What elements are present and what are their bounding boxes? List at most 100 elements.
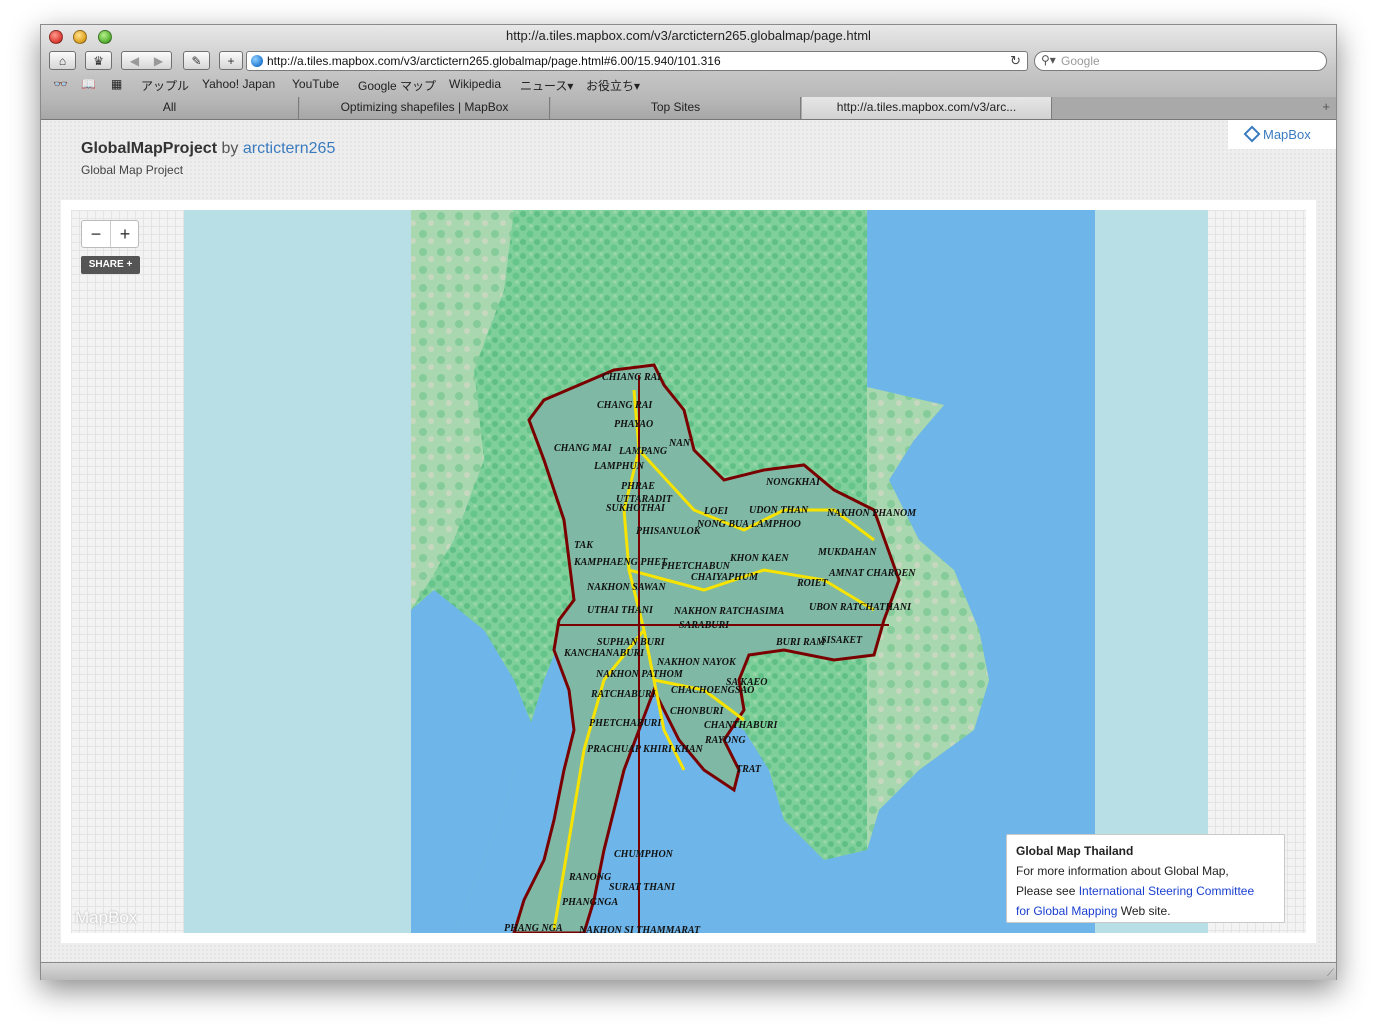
- globe-icon: [251, 55, 263, 67]
- map-label: CHANG RAI: [597, 400, 653, 411]
- zoom-control: − +: [81, 220, 139, 248]
- home-icon: ⌂: [58, 54, 67, 68]
- map-label: LAMPANG: [618, 446, 668, 457]
- map-label: CHONBURI: [670, 706, 724, 717]
- map-label: AMNAT CHAROEN: [828, 568, 916, 579]
- mapbox-brand-text: MapBox: [1263, 127, 1311, 142]
- share-button[interactable]: SHARE +: [81, 256, 140, 274]
- mapbox-watermark: MapBox: [75, 908, 138, 927]
- tab-optimizing-shapefiles[interactable]: Optimizing shapefiles | MapBox: [300, 97, 550, 119]
- map-label: CHANTHABURI: [704, 720, 778, 731]
- map-label: SUKHOTHAI: [606, 503, 666, 514]
- reload-icon[interactable]: ↻: [1010, 53, 1021, 69]
- iscgm-link[interactable]: International Steering Committee: [1079, 884, 1254, 898]
- map-container[interactable]: CHIANG RAI CHANG RAI PHAYAO NAN CHANG MA…: [71, 210, 1306, 933]
- map-label: RANONG: [568, 872, 612, 883]
- map-label: NONG BUA LAMPHOO: [696, 519, 801, 530]
- mapbox-logo-icon: [1243, 125, 1261, 143]
- new-tab-icon[interactable]: +: [1322, 99, 1330, 114]
- map-legend: Global Map Thailand For more information…: [1006, 834, 1285, 923]
- resize-grip-icon[interactable]: ⟋: [1327, 968, 1334, 979]
- map-label: NAKHON RATCHASIMA: [673, 606, 785, 617]
- reader-icon: ✎: [191, 54, 202, 68]
- tab-bar: All Optimizing shapefiles | MapBox Top S…: [41, 97, 1336, 120]
- map-label: NAN: [668, 438, 691, 449]
- search-field[interactable]: ⚲▾ Google: [1034, 51, 1327, 71]
- tab-top-sites[interactable]: Top Sites: [551, 97, 801, 119]
- ocean-left: [184, 210, 411, 933]
- iscgm-link-cont[interactable]: for Global Mapping: [1016, 904, 1117, 918]
- map-label: BURI RAM: [775, 637, 826, 648]
- bookmarks-bar: 👓 📖 ▦ アップル Yahoo! Japan YouTube Google マ…: [41, 75, 1336, 95]
- bookmarks-icon[interactable]: 📖: [81, 77, 96, 91]
- forward-arrow-icon[interactable]: ▶: [147, 52, 171, 71]
- map-label: CHAIYAPHUM: [691, 572, 759, 583]
- map-label: UTHAI THANI: [587, 605, 654, 616]
- map-label: NAKHON SI THAMMARAT: [578, 925, 701, 933]
- map-label: SISAKET: [821, 635, 863, 646]
- map-label: KHON KAEN: [729, 553, 789, 564]
- map-label: NONGKHAI: [765, 477, 821, 488]
- bookmark-item[interactable]: Wikipedia: [449, 77, 501, 91]
- bookmark-item[interactable]: アップル: [141, 77, 189, 94]
- map-label: LAMPHUN: [593, 461, 645, 472]
- map-label: CHIANG RAI: [602, 372, 662, 383]
- zoom-out-button[interactable]: −: [82, 221, 110, 247]
- legend-text-line2: Please see International Steering Commit…: [1016, 881, 1275, 901]
- map-label: PHISANULOK: [636, 526, 702, 537]
- map-label: NAKHON NAYOK: [656, 657, 737, 668]
- map-label: NAKHON PHANOM: [826, 508, 917, 519]
- bookmark-item[interactable]: ニュース▾: [520, 77, 573, 94]
- top-sites-grid-icon[interactable]: ▦: [111, 77, 122, 91]
- zoom-in-button[interactable]: +: [111, 221, 139, 247]
- map-label: PHETCHABURI: [589, 718, 662, 729]
- map-label: PHANG NGA: [504, 923, 563, 933]
- map-frame: CHIANG RAI CHANG RAI PHAYAO NAN CHANG MA…: [61, 200, 1316, 943]
- map-label: PHANGNGA: [562, 897, 618, 908]
- map-label: NAKHON SAWAN: [586, 582, 666, 593]
- author-link[interactable]: arctictern265: [243, 140, 336, 157]
- history-button[interactable]: ♛: [85, 51, 112, 70]
- tab-all[interactable]: All: [41, 97, 299, 119]
- project-name: GlobalMapProject: [81, 140, 218, 157]
- address-bar[interactable]: http://a.tiles.mapbox.com/v3/arctictern2…: [246, 51, 1028, 71]
- bookmark-item[interactable]: Google マップ: [358, 77, 436, 94]
- map-label: TRAT: [736, 764, 762, 775]
- add-bookmark-button[interactable]: +: [219, 51, 243, 70]
- map-canvas[interactable]: CHIANG RAI CHANG RAI PHAYAO NAN CHANG MA…: [184, 210, 1208, 933]
- url-text[interactable]: http://a.tiles.mapbox.com/v3/arctictern2…: [267, 54, 721, 68]
- legend-prefix: Please see: [1016, 884, 1079, 898]
- status-bar: ⟋: [41, 962, 1336, 980]
- bookmark-item[interactable]: Yahoo! Japan: [202, 77, 275, 91]
- reader-button[interactable]: ✎: [183, 51, 210, 70]
- page-content: GlobalMapProject by arctictern265 Global…: [41, 120, 1336, 962]
- map-label: ROIET: [796, 578, 828, 589]
- mapbox-badge[interactable]: MapBox: [1228, 120, 1336, 149]
- window-title: http://a.tiles.mapbox.com/v3/arctictern2…: [506, 28, 871, 43]
- map-label: CHUMPHON: [614, 849, 674, 860]
- page-title: GlobalMapProject by arctictern265: [81, 140, 335, 158]
- map-label: PHRAE: [621, 481, 655, 492]
- window-chrome: http://a.tiles.mapbox.com/v3/arctictern2…: [41, 25, 1336, 98]
- map-label: RATCHABURI: [590, 689, 657, 700]
- bookmark-item[interactable]: YouTube: [292, 77, 339, 91]
- back-forward-control: ◀ ▶: [121, 51, 172, 70]
- search-icon: ⚲▾: [1041, 53, 1056, 67]
- map-label: UDON THAN: [749, 505, 809, 516]
- map-label: LOEI: [703, 506, 729, 517]
- legend-suffix: Web site.: [1117, 904, 1171, 918]
- legend-text: For more information about Global Map,: [1016, 864, 1229, 878]
- map-label: SURAT THANI: [609, 882, 676, 893]
- map-label: SARABURI: [679, 620, 730, 631]
- tab-mapbox-page[interactable]: http://a.tiles.mapbox.com/v3/arc...: [802, 97, 1052, 119]
- history-icon: ♛: [93, 54, 104, 68]
- map-label: TAK: [574, 540, 594, 551]
- back-arrow-icon[interactable]: ◀: [123, 52, 147, 71]
- bookmark-item[interactable]: お役立ち▾: [586, 77, 640, 94]
- plus-icon: +: [227, 54, 235, 68]
- by-text: by: [221, 140, 239, 157]
- home-button[interactable]: ⌂: [49, 51, 76, 70]
- reading-list-icon[interactable]: 👓: [53, 77, 68, 91]
- page-subtitle: Global Map Project: [81, 163, 184, 177]
- map-label: CHACHOENGSAO: [671, 685, 754, 696]
